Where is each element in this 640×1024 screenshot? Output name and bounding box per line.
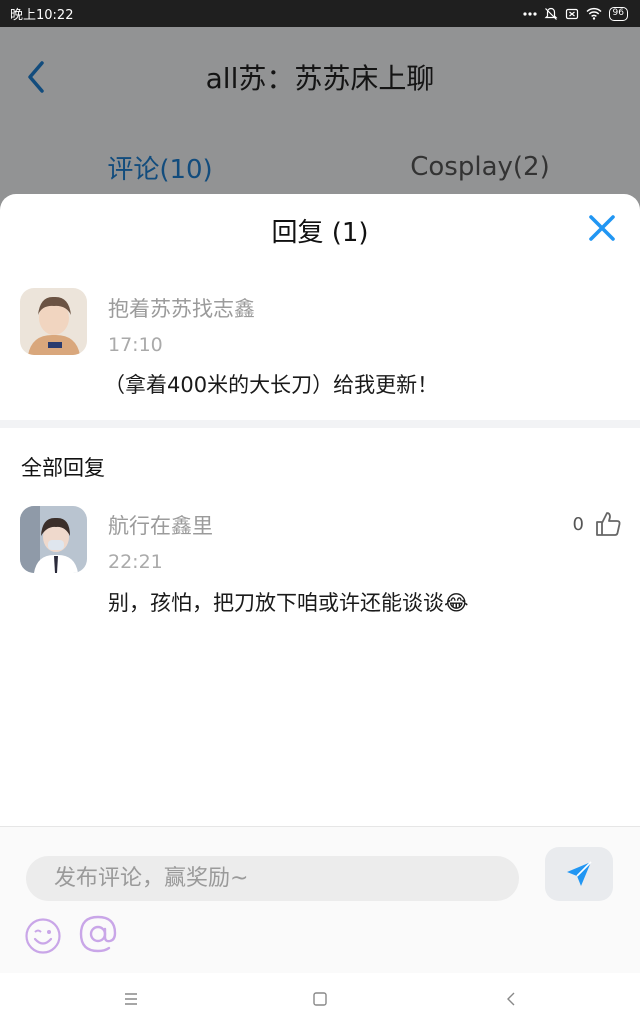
reply-username[interactable]: 航行在鑫里	[108, 510, 213, 540]
reply-time: 22:21	[108, 551, 163, 573]
reply-text: 别，孩怕，把刀放下咱或许还能谈谈😂	[108, 591, 469, 615]
more-dots-icon	[522, 11, 537, 16]
home-icon[interactable]	[310, 989, 330, 1009]
send-button[interactable]	[545, 847, 613, 901]
battery-indicator: 96	[608, 6, 628, 21]
system-nav-bar	[0, 973, 640, 1024]
wifi-icon	[586, 7, 602, 20]
comment-input[interactable]	[26, 856, 519, 901]
like-count: 0	[572, 513, 584, 535]
reply-item: 航行在鑫里 22:21 别，孩怕，把刀放下咱或许还能谈谈😂	[0, 194, 640, 634]
status-bar: 晚上10:22 96	[0, 0, 640, 27]
back-icon[interactable]	[502, 989, 522, 1009]
menu-icon[interactable]	[121, 989, 141, 1009]
send-icon	[567, 861, 592, 886]
at-icon[interactable]	[78, 913, 118, 955]
avatar[interactable]	[20, 506, 87, 573]
sim-off-icon	[565, 8, 578, 19]
mute-bell-icon	[544, 7, 557, 20]
comment-composer	[0, 826, 640, 973]
like-button[interactable]: 0	[573, 510, 622, 538]
thumbs-up-icon[interactable]	[594, 510, 622, 538]
emoji-icon[interactable]	[24, 917, 62, 955]
status-time: 晚上10:22	[10, 8, 74, 23]
status-icons: 96	[522, 6, 628, 21]
